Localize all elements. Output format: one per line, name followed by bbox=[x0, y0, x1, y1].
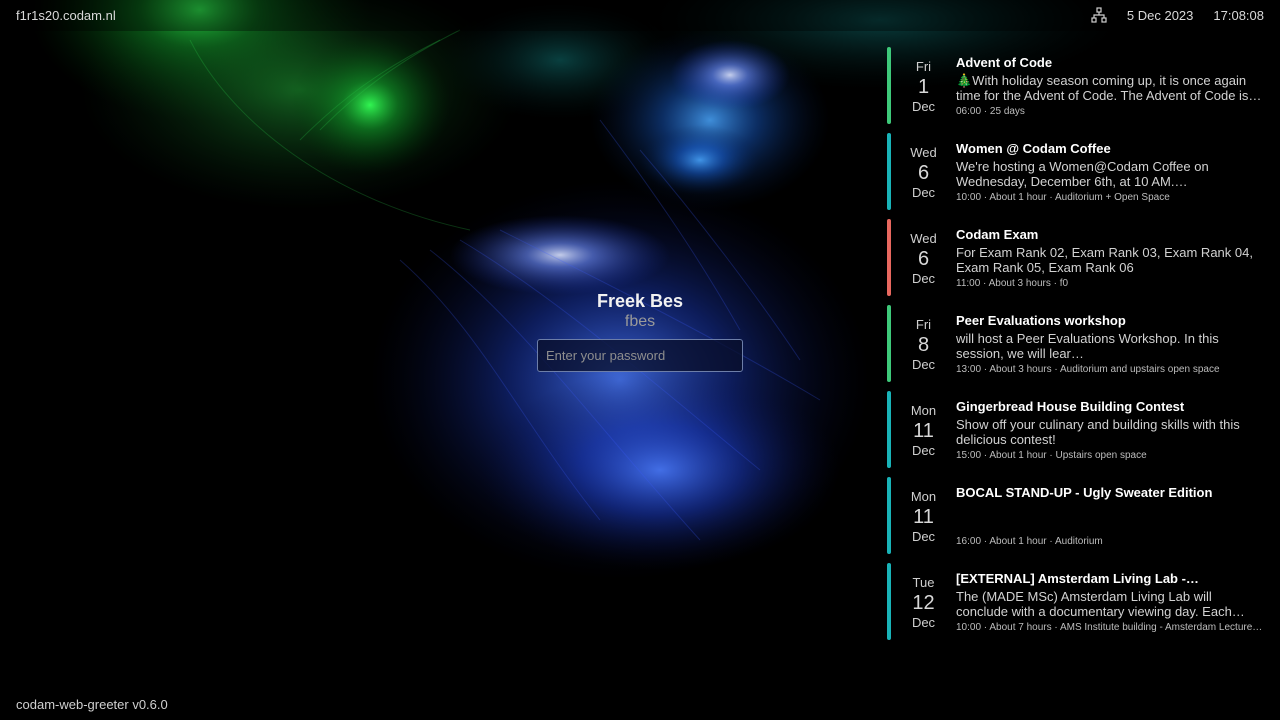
event-info: BOCAL STAND-UP - Ugly Sweater Edition 16… bbox=[956, 477, 1267, 554]
event-month: Dec bbox=[911, 443, 936, 458]
event-title: Codam Exam bbox=[956, 227, 1039, 242]
event-title: Women @ Codam Coffee bbox=[956, 141, 1111, 156]
login-form: Freek Bes fbes bbox=[537, 290, 743, 372]
event-date: Fri 1 Dec bbox=[891, 47, 956, 124]
hostname: f1r1s20.codam.nl bbox=[16, 8, 116, 23]
event-weekday: Tue bbox=[912, 575, 935, 590]
event-description: The (MADE MSc) Amsterdam Living Lab will… bbox=[956, 589, 1245, 619]
current-date: 5 Dec 2023 bbox=[1126, 7, 1194, 23]
event-date: Mon 11 Dec bbox=[891, 477, 956, 554]
event-description: For Exam Rank 02, Exam Rank 03, Exam Ran… bbox=[956, 245, 1253, 275]
event-item: Wed 6 Dec Codam Exam For Exam Rank 02, E… bbox=[887, 219, 1267, 296]
event-info: Advent of Code 🎄With holiday season comi… bbox=[956, 47, 1267, 124]
current-time: 17:08:08 bbox=[1213, 7, 1264, 23]
password-input[interactable] bbox=[537, 339, 743, 372]
event-item: Mon 11 Dec BOCAL STAND-UP - Ugly Sweater… bbox=[887, 477, 1267, 554]
event-item: Mon 11 Dec Gingerbread House Building Co… bbox=[887, 391, 1267, 468]
version-label: codam-web-greeter v0.6.0 bbox=[16, 697, 168, 712]
event-date: Wed 6 Dec bbox=[891, 219, 956, 296]
event-description: will host a Peer Evaluations Workshop. I… bbox=[956, 331, 1219, 361]
event-description bbox=[956, 503, 1267, 533]
event-meta: 10:00 · About 7 hours · AMS Institute bu… bbox=[956, 622, 1263, 633]
event-weekday: Wed bbox=[910, 231, 937, 246]
event-info: Peer Evaluations workshop will host a Pe… bbox=[956, 305, 1267, 382]
event-meta: 16:00 · About 1 hour · Auditorium bbox=[956, 536, 1103, 547]
event-weekday: Fri bbox=[915, 59, 932, 74]
event-info: Women @ Codam Coffee We're hosting a Wom… bbox=[956, 133, 1267, 210]
event-weekday: Fri bbox=[915, 317, 932, 332]
event-day: 6 bbox=[917, 162, 930, 184]
event-weekday: Wed bbox=[910, 145, 937, 160]
event-day: 6 bbox=[917, 248, 930, 270]
event-meta: 15:00 · About 1 hour · Upstairs open spa… bbox=[956, 450, 1147, 461]
event-title: BOCAL STAND-UP - Ugly Sweater Edition bbox=[956, 485, 1213, 500]
event-meta: 10:00 · About 1 hour · Auditorium + Open… bbox=[956, 192, 1170, 203]
event-title: Advent of Code bbox=[956, 55, 1053, 70]
event-item: Tue 12 Dec [EXTERNAL] Amsterdam Living L… bbox=[887, 563, 1267, 640]
event-date: Mon 11 Dec bbox=[891, 391, 956, 468]
event-month: Dec bbox=[911, 357, 936, 372]
top-bar: f1r1s20.codam.nl 5 Dec 2023 17:08:08 bbox=[0, 0, 1280, 31]
event-description: We're hosting a Women@Codam Coffee on We… bbox=[956, 159, 1209, 189]
user-login-name: fbes bbox=[624, 313, 656, 330]
event-info: Gingerbread House Building Contest Show … bbox=[956, 391, 1267, 468]
event-month: Dec bbox=[911, 615, 936, 630]
top-right-status: 5 Dec 2023 17:08:08 bbox=[1091, 7, 1264, 23]
event-date: Tue 12 Dec bbox=[891, 563, 956, 640]
event-meta: 06:00 · 25 days bbox=[956, 106, 1025, 117]
event-day: 11 bbox=[913, 506, 934, 528]
event-title: Peer Evaluations workshop bbox=[956, 313, 1126, 328]
network-icon bbox=[1091, 7, 1107, 23]
event-description: 🎄With holiday season coming up, it is on… bbox=[956, 73, 1262, 103]
event-info: [EXTERNAL] Amsterdam Living Lab -… The (… bbox=[956, 563, 1267, 640]
event-weekday: Mon bbox=[910, 403, 937, 418]
event-day: 8 bbox=[917, 334, 930, 356]
event-info: Codam Exam For Exam Rank 02, Exam Rank 0… bbox=[956, 219, 1267, 296]
event-month: Dec bbox=[911, 99, 936, 114]
event-description: Show off your culinary and building skil… bbox=[956, 417, 1240, 447]
event-month: Dec bbox=[911, 529, 936, 544]
event-meta: 11:00 · About 3 hours · f0 bbox=[956, 278, 1069, 289]
event-meta: 13:00 · About 3 hours · Auditorium and u… bbox=[956, 364, 1220, 375]
event-day: 11 bbox=[913, 420, 934, 442]
event-item: Fri 8 Dec Peer Evaluations workshop will… bbox=[887, 305, 1267, 382]
user-display-name: Freek Bes bbox=[596, 291, 684, 311]
events-list: Fri 1 Dec Advent of Code 🎄With holiday s… bbox=[887, 47, 1267, 649]
event-item: Fri 1 Dec Advent of Code 🎄With holiday s… bbox=[887, 47, 1267, 124]
event-date: Fri 8 Dec bbox=[891, 305, 956, 382]
event-weekday: Mon bbox=[910, 489, 937, 504]
event-month: Dec bbox=[911, 185, 936, 200]
greeter-screen: f1r1s20.codam.nl 5 Dec 2023 17:08:08 Fre… bbox=[0, 0, 1280, 720]
event-title: Gingerbread House Building Contest bbox=[956, 399, 1185, 414]
event-item: Wed 6 Dec Women @ Codam Coffee We're hos… bbox=[887, 133, 1267, 210]
event-month: Dec bbox=[911, 271, 936, 286]
event-date: Wed 6 Dec bbox=[891, 133, 956, 210]
event-day: 12 bbox=[912, 592, 935, 614]
event-title: [EXTERNAL] Amsterdam Living Lab -… bbox=[956, 571, 1199, 586]
event-day: 1 bbox=[917, 76, 930, 98]
